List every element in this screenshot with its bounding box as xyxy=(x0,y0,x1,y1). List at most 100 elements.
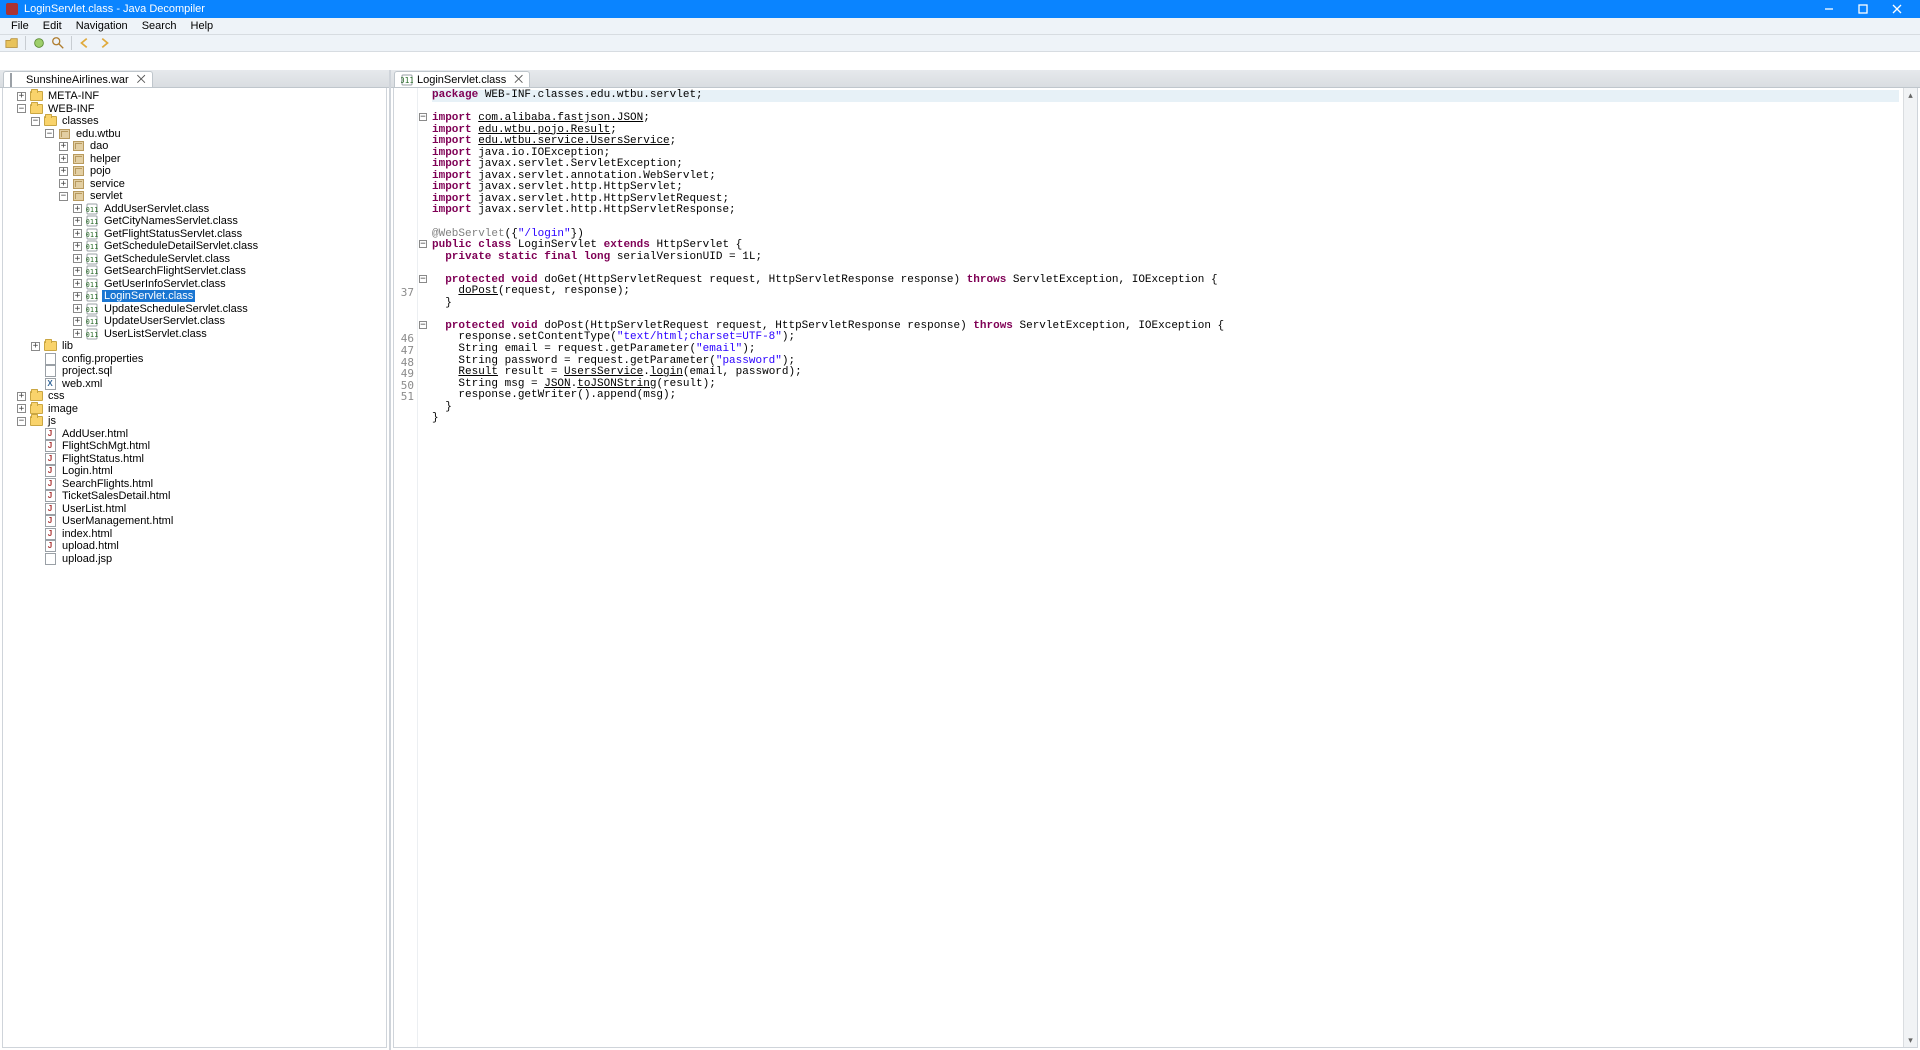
fold-toggle-icon[interactable]: − xyxy=(419,113,427,121)
tree-body[interactable]: +META-INF−WEB-INF−classes−edu.wtbu+dao+h… xyxy=(2,88,387,1048)
vertical-scrollbar[interactable]: ▴ ▾ xyxy=(1903,88,1917,1047)
svg-text:011: 011 xyxy=(86,268,98,276)
expand-icon[interactable]: + xyxy=(59,154,68,163)
expand-icon[interactable]: + xyxy=(73,329,82,338)
editor-tab[interactable]: 011 LoginServlet.class ⨉ xyxy=(394,71,530,87)
menu-search[interactable]: Search xyxy=(135,20,184,32)
tree-row[interactable]: +011LoginServlet.class xyxy=(3,290,386,303)
expand-icon[interactable]: + xyxy=(59,167,68,176)
tree-tab-close[interactable]: ⨉ xyxy=(133,73,146,87)
tree-row[interactable]: +lib xyxy=(3,340,386,353)
tree-row[interactable]: config.properties xyxy=(3,353,386,366)
expand-icon[interactable]: + xyxy=(73,217,82,226)
expand-icon[interactable]: + xyxy=(73,304,82,313)
expand-icon[interactable]: + xyxy=(59,179,68,188)
svg-text:011: 011 xyxy=(86,243,98,251)
tree-label: AddUserServlet.class xyxy=(102,203,211,215)
collapse-icon[interactable]: − xyxy=(59,192,68,201)
tree-row[interactable]: +011AddUserServlet.class xyxy=(3,203,386,216)
tree-row[interactable]: FlightStatus.html xyxy=(3,453,386,466)
tree-row[interactable]: FlightSchMgt.html xyxy=(3,440,386,453)
close-button[interactable] xyxy=(1880,0,1914,18)
expand-icon[interactable]: + xyxy=(73,254,82,263)
tree-row[interactable]: upload.jsp xyxy=(3,553,386,566)
scrollbar-down-icon[interactable]: ▾ xyxy=(1904,1033,1917,1047)
expand-icon[interactable]: + xyxy=(73,317,82,326)
expand-icon[interactable]: + xyxy=(73,204,82,213)
tree-row[interactable]: −edu.wtbu xyxy=(3,128,386,141)
tree-row[interactable]: +011GetSearchFlightServlet.class xyxy=(3,265,386,278)
search-button[interactable] xyxy=(50,36,66,51)
tree-row[interactable]: web.xml xyxy=(3,378,386,391)
tree-row[interactable]: project.sql xyxy=(3,365,386,378)
tree-row[interactable]: +011GetCityNamesServlet.class xyxy=(3,215,386,228)
tree-row[interactable]: +011UserListServlet.class xyxy=(3,328,386,341)
tree-row[interactable]: +dao xyxy=(3,140,386,153)
fold-toggle-icon[interactable]: − xyxy=(419,240,427,248)
tree-label: classes xyxy=(60,115,101,127)
minimize-button[interactable] xyxy=(1812,0,1846,18)
expand-icon[interactable]: + xyxy=(31,342,40,351)
tree-row[interactable]: +css xyxy=(3,390,386,403)
expand-icon[interactable]: + xyxy=(17,92,26,101)
nav-forward-button[interactable] xyxy=(96,36,112,51)
tree-row[interactable]: +image xyxy=(3,403,386,416)
tree-row[interactable]: TicketSalesDetail.html xyxy=(3,490,386,503)
fold-toggle-icon[interactable]: − xyxy=(419,321,427,329)
tree-row[interactable]: +011UpdateScheduleServlet.class xyxy=(3,303,386,316)
tree-label: UpdateScheduleServlet.class xyxy=(102,303,250,315)
tree-label: LoginServlet.class xyxy=(102,290,195,302)
tree-row[interactable]: +pojo xyxy=(3,165,386,178)
tree-row[interactable]: −js xyxy=(3,415,386,428)
open-type-button[interactable] xyxy=(31,36,47,51)
tree-row[interactable]: +META-INF xyxy=(3,90,386,103)
menu-edit[interactable]: Edit xyxy=(36,20,69,32)
menu-help[interactable]: Help xyxy=(184,20,221,32)
menu-navigation[interactable]: Navigation xyxy=(69,20,135,32)
collapse-icon[interactable]: − xyxy=(45,129,54,138)
tree-row[interactable]: −servlet xyxy=(3,190,386,203)
nav-back-button[interactable] xyxy=(77,36,93,51)
tree-row[interactable]: index.html xyxy=(3,528,386,541)
tree-tab[interactable]: SunshineAirlines.war ⨉ xyxy=(3,71,153,87)
tree-row[interactable]: UserManagement.html xyxy=(3,515,386,528)
expand-icon[interactable]: + xyxy=(73,229,82,238)
class-icon: 011 xyxy=(85,203,99,215)
filej-icon xyxy=(43,440,57,452)
scrollbar-up-icon[interactable]: ▴ xyxy=(1904,88,1917,102)
expand-icon[interactable]: + xyxy=(59,142,68,151)
maximize-button[interactable] xyxy=(1846,0,1880,18)
expand-icon[interactable]: + xyxy=(17,392,26,401)
tree-row[interactable]: +011GetScheduleDetailServlet.class xyxy=(3,240,386,253)
tree-row[interactable]: AddUser.html xyxy=(3,428,386,441)
editor-tab-close[interactable]: ⨉ xyxy=(510,73,523,87)
tree-row[interactable]: +011GetScheduleServlet.class xyxy=(3,253,386,266)
tree-row[interactable]: −WEB-INF xyxy=(3,103,386,116)
tree-tabstrip: SunshineAirlines.war ⨉ xyxy=(0,70,389,88)
folder-icon xyxy=(43,340,57,352)
tree-row[interactable]: Login.html xyxy=(3,465,386,478)
expand-icon[interactable]: + xyxy=(17,404,26,413)
tree-row[interactable]: +service xyxy=(3,178,386,191)
tree-row[interactable]: UserList.html xyxy=(3,503,386,516)
tree-row[interactable]: − classes xyxy=(3,115,386,128)
filej-icon xyxy=(43,503,57,515)
collapse-icon[interactable]: − xyxy=(31,117,40,126)
tree-row[interactable]: upload.html xyxy=(3,540,386,553)
tree-row[interactable]: +helper xyxy=(3,153,386,166)
fold-toggle-icon[interactable]: − xyxy=(419,275,427,283)
menu-file[interactable]: File xyxy=(4,20,36,32)
open-file-button[interactable] xyxy=(4,36,20,51)
collapse-icon[interactable]: − xyxy=(17,417,26,426)
expand-icon[interactable]: + xyxy=(73,242,82,251)
tree-label: index.html xyxy=(60,528,114,540)
tree-row[interactable]: +011GetFlightStatusServlet.class xyxy=(3,228,386,241)
tree-row[interactable]: +011GetUserInfoServlet.class xyxy=(3,278,386,291)
expand-icon[interactable]: + xyxy=(73,267,82,276)
collapse-icon[interactable]: − xyxy=(17,104,26,113)
source-code[interactable]: package WEB-INF.classes.edu.wtbu.servlet… xyxy=(428,88,1903,1047)
expand-icon[interactable]: + xyxy=(73,279,82,288)
tree-row[interactable]: SearchFlights.html xyxy=(3,478,386,491)
tree-row[interactable]: +011UpdateUserServlet.class xyxy=(3,315,386,328)
expand-icon[interactable]: + xyxy=(73,292,82,301)
